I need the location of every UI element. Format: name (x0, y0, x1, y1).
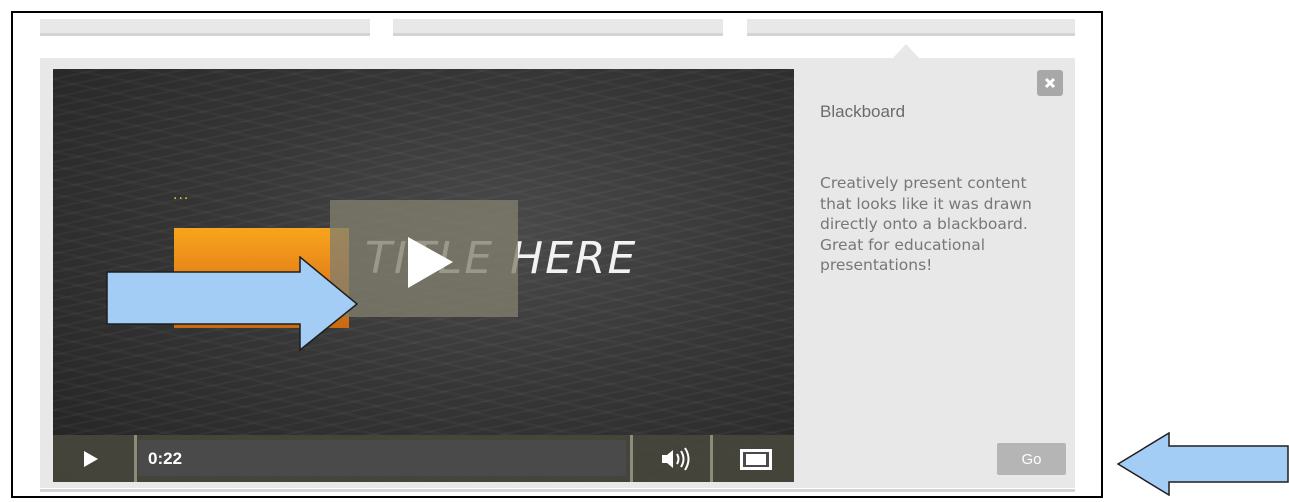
template-description: Creatively present content that looks li… (820, 174, 1032, 274)
close-button[interactable] (1037, 70, 1063, 96)
video-control-bar: 0:22 (53, 435, 794, 482)
chalk-dots: ... (173, 186, 190, 203)
active-tab-pointer (893, 44, 919, 58)
seek-bar[interactable] (138, 440, 626, 476)
control-separator (630, 435, 633, 482)
play-icon (84, 451, 98, 467)
volume-button[interactable] (640, 435, 710, 482)
big-play-button[interactable] (330, 200, 518, 317)
fullscreen-button[interactable] (714, 435, 794, 482)
current-time: 0:22 (148, 449, 183, 468)
close-icon (1044, 77, 1056, 89)
go-button[interactable]: Go (997, 443, 1066, 475)
template-tab-2[interactable] (393, 19, 723, 36)
control-separator (710, 435, 713, 482)
play-icon (408, 237, 453, 288)
fullscreen-icon (740, 449, 772, 470)
control-separator (134, 435, 137, 482)
template-title: Blackboard (820, 102, 906, 121)
control-play-button[interactable] (53, 435, 131, 482)
annotation-arrow-left-icon (1117, 432, 1289, 496)
volume-icon (662, 447, 690, 471)
panel-bottom-border (40, 489, 1075, 492)
template-tab-3-active[interactable] (747, 19, 1075, 36)
annotation-arrow-right-icon (106, 256, 358, 352)
template-tab-1[interactable] (40, 19, 370, 36)
